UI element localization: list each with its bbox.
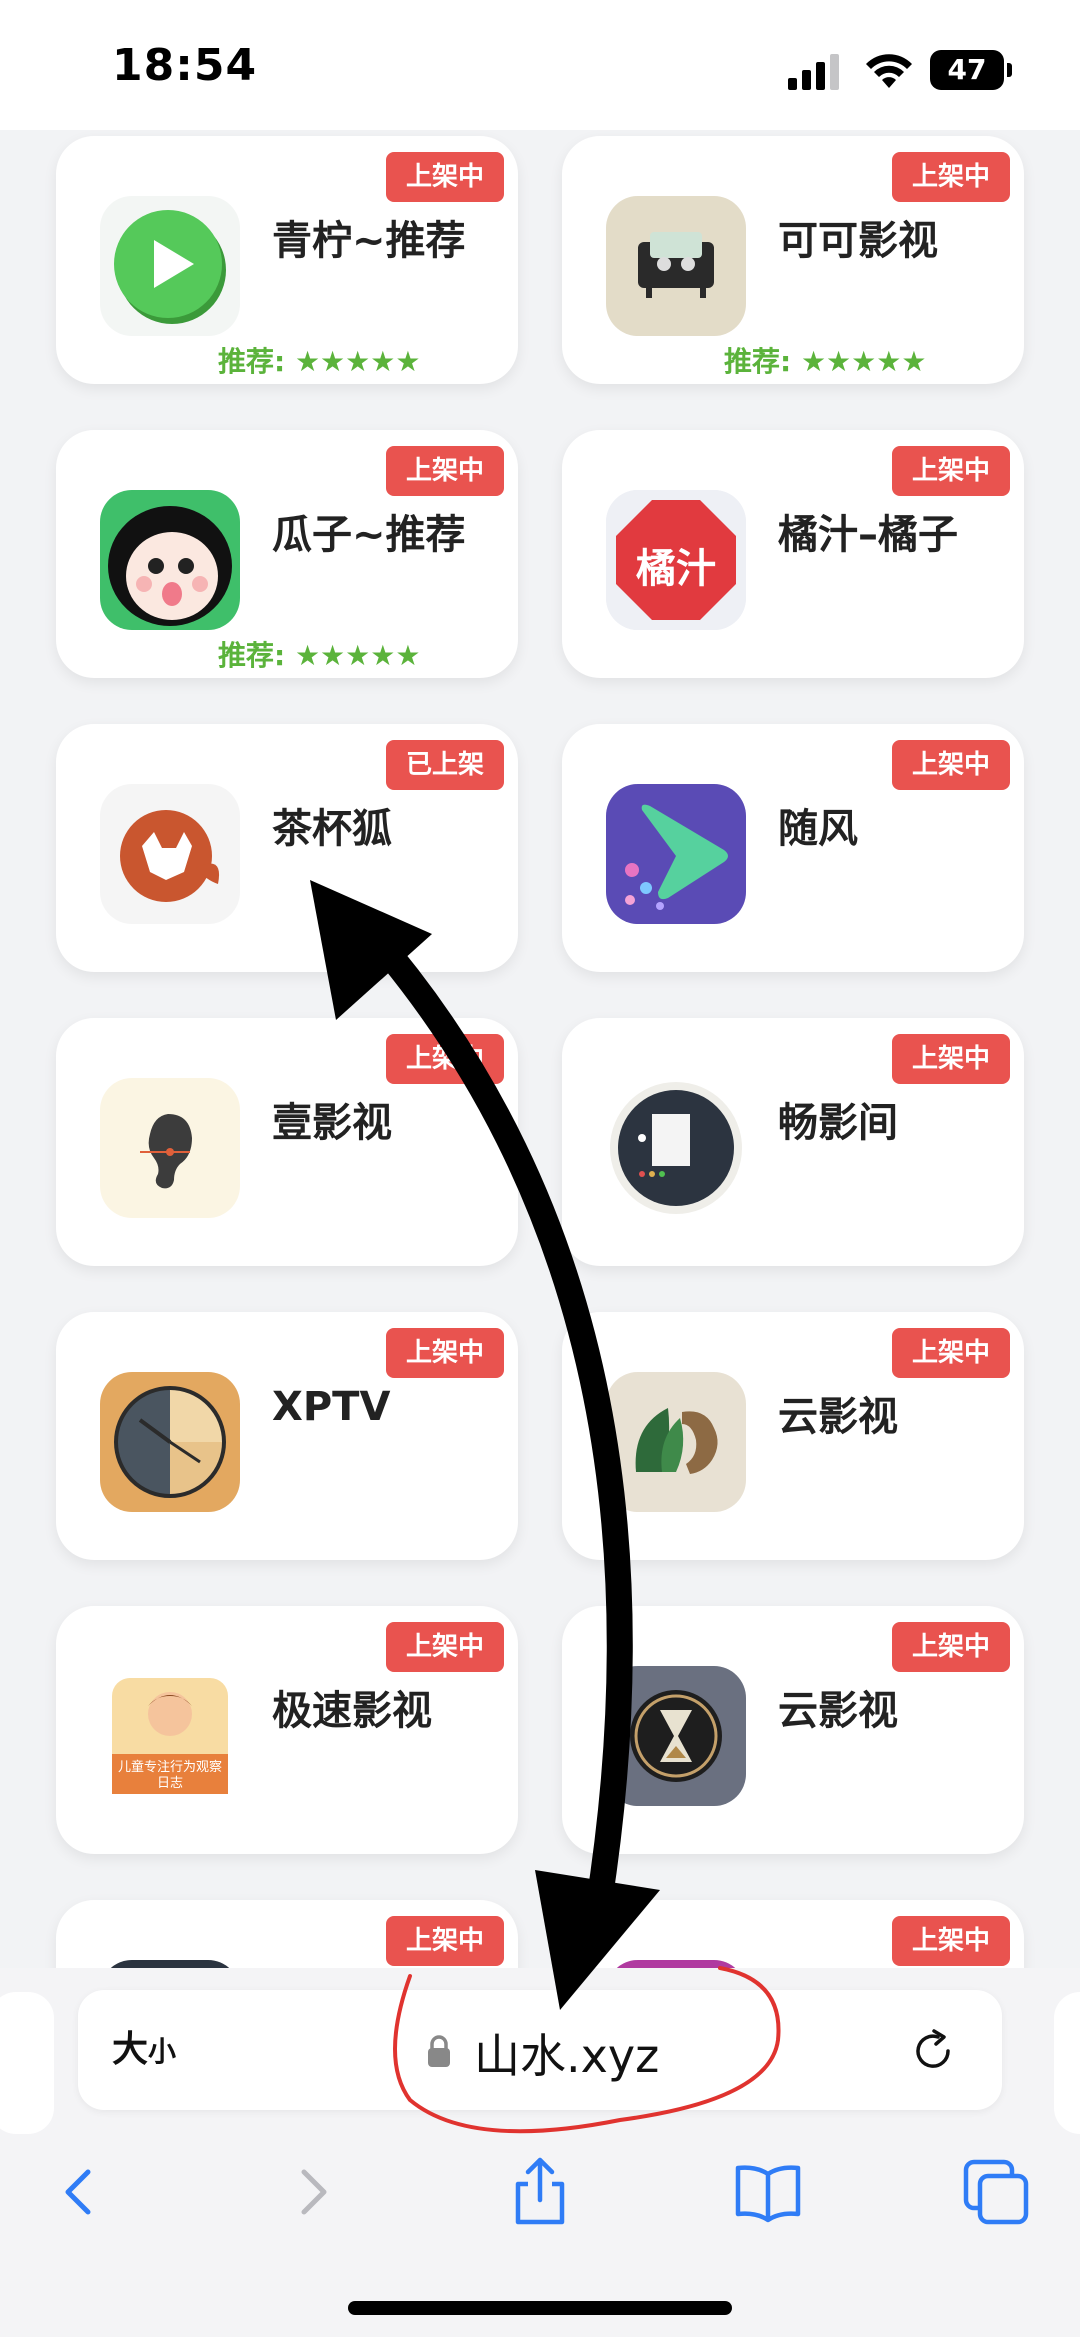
app-name: 茶杯狐 bbox=[272, 806, 392, 852]
lock-icon bbox=[428, 2035, 450, 2067]
status-badge: 上架中 bbox=[891, 1622, 1010, 1672]
purple-play-icon bbox=[606, 784, 746, 924]
status-badge: 上架中 bbox=[891, 1034, 1010, 1084]
status-badge: 上架中 bbox=[891, 152, 1010, 202]
app-card[interactable]: 上架中 青柠~推荐 推荐: ★★★★★ bbox=[56, 136, 518, 384]
app-grid: 上架中 青柠~推荐 推荐: ★★★★★ 上架中 可可影视 推荐: ★★★★★ 上… bbox=[0, 130, 1080, 1970]
app-card[interactable]: 已上架 茶杯狐 bbox=[56, 724, 518, 972]
app-card[interactable]: 上架中 随风 bbox=[562, 724, 1024, 972]
previous-tab-preview[interactable] bbox=[0, 1992, 54, 2134]
ear-icon bbox=[100, 1078, 240, 1218]
status-badge: 上架中 bbox=[385, 1622, 504, 1672]
rating: 推荐: ★★★★★ bbox=[218, 639, 421, 672]
home-indicator bbox=[348, 2301, 732, 2315]
icon-label: 橘汁 bbox=[636, 546, 716, 592]
address-bar[interactable]: 大小 山水.xyz bbox=[78, 1990, 1002, 2110]
app-card[interactable]: 上架中 瓜子~推荐 推荐: ★★★★★ bbox=[56, 430, 518, 678]
back-button[interactable] bbox=[40, 2152, 120, 2232]
app-name: 橘汁–橘子 bbox=[778, 512, 958, 558]
app-name: 可可影视 bbox=[778, 218, 938, 264]
green-play-icon bbox=[100, 196, 240, 336]
tabs-button[interactable] bbox=[956, 2152, 1036, 2232]
share-icon bbox=[515, 2157, 565, 2225]
battery-icon: 47 bbox=[930, 50, 1012, 90]
book-icon bbox=[735, 2165, 801, 2223]
status-badge: 上架中 bbox=[891, 446, 1010, 496]
icon-label: 儿童专注行为观察日志 bbox=[118, 1760, 223, 1791]
app-name: 壹影视 bbox=[272, 1100, 392, 1146]
bookmarks-button[interactable] bbox=[728, 2152, 808, 2232]
forward-button[interactable] bbox=[272, 2152, 352, 2232]
next-tab-preview[interactable] bbox=[1054, 1992, 1080, 2134]
chevron-right-icon bbox=[301, 2169, 327, 2215]
status-badge: 上架中 bbox=[891, 1916, 1010, 1966]
status-bar: 18:54 47 bbox=[0, 0, 1080, 130]
app-card[interactable]: 上架中 儿童专注行为观察日志 极速影视 bbox=[56, 1606, 518, 1854]
text-size-button[interactable]: 大小 bbox=[112, 2020, 176, 2072]
orange-juice-icon: 橘汁 bbox=[606, 490, 746, 630]
rating: 推荐: ★★★★★ bbox=[218, 345, 421, 378]
app-card[interactable]: 上架中 橘汁 橘汁–橘子 bbox=[562, 430, 1024, 678]
app-name: 随风 bbox=[778, 806, 858, 852]
app-name: 畅影间 bbox=[778, 1100, 898, 1146]
cellular-signal-icon bbox=[788, 54, 840, 90]
app-card[interactable]: 上架中 bbox=[562, 1900, 1024, 1970]
fox-icon bbox=[100, 784, 240, 924]
status-badge: 上架中 bbox=[385, 446, 504, 496]
status-badge: 上架中 bbox=[385, 1034, 504, 1084]
status-badge: 上架中 bbox=[891, 1328, 1010, 1378]
app-name: 云影视 bbox=[778, 1688, 898, 1734]
app-name: 极速影视 bbox=[272, 1688, 432, 1734]
status-badge: 上架中 bbox=[385, 1916, 504, 1966]
browser-bottom-bar: 大小 山水.xyz bbox=[0, 1968, 1080, 2337]
lion-leaf-icon bbox=[606, 1372, 746, 1512]
app-card[interactable]: 上架中 云影视 bbox=[562, 1606, 1024, 1854]
share-button[interactable] bbox=[500, 2152, 580, 2232]
browser-toolbar bbox=[0, 2132, 1080, 2252]
status-badge: 上架中 bbox=[385, 1328, 504, 1378]
app-card[interactable]: 上架中 壹影视 bbox=[56, 1018, 518, 1266]
text-size-small-label: 小 bbox=[148, 2035, 177, 2068]
wifi-icon bbox=[866, 54, 912, 88]
status-time: 18:54 bbox=[112, 40, 258, 91]
beige-tv-icon bbox=[606, 196, 746, 336]
app-name: 青柠~推荐 bbox=[272, 218, 466, 264]
app-name: XPTV bbox=[272, 1384, 391, 1430]
app-card[interactable]: 上架中 XPTV bbox=[56, 1312, 518, 1560]
app-name: 瓜子~推荐 bbox=[272, 512, 466, 558]
clock-icon bbox=[100, 1372, 240, 1512]
status-badge: 上架中 bbox=[891, 740, 1010, 790]
reload-icon[interactable] bbox=[910, 2028, 956, 2074]
status-badge: 上架中 bbox=[385, 152, 504, 202]
cartoon-face-icon bbox=[100, 490, 240, 630]
app-name: 云影视 bbox=[778, 1394, 898, 1440]
app-card[interactable]: 上架中 畅影间 bbox=[562, 1018, 1024, 1266]
chevron-left-icon bbox=[65, 2169, 91, 2215]
tabs-icon bbox=[963, 2159, 1029, 2225]
url-text[interactable]: 山水.xyz bbox=[474, 2020, 659, 2086]
text-size-large-label: 大 bbox=[112, 2029, 149, 2070]
app-card[interactable]: 上架中 bbox=[56, 1900, 518, 1970]
dark-document-icon bbox=[606, 1078, 746, 1218]
hourglass-icon bbox=[606, 1666, 746, 1806]
rating: 推荐: ★★★★★ bbox=[724, 345, 927, 378]
status-badge: 已上架 bbox=[385, 740, 504, 790]
app-card[interactable]: 上架中 可可影视 推荐: ★★★★★ bbox=[562, 136, 1024, 384]
child-reading-icon: 儿童专注行为观察日志 bbox=[100, 1666, 240, 1806]
app-card[interactable]: 上架中 云影视 bbox=[562, 1312, 1024, 1560]
